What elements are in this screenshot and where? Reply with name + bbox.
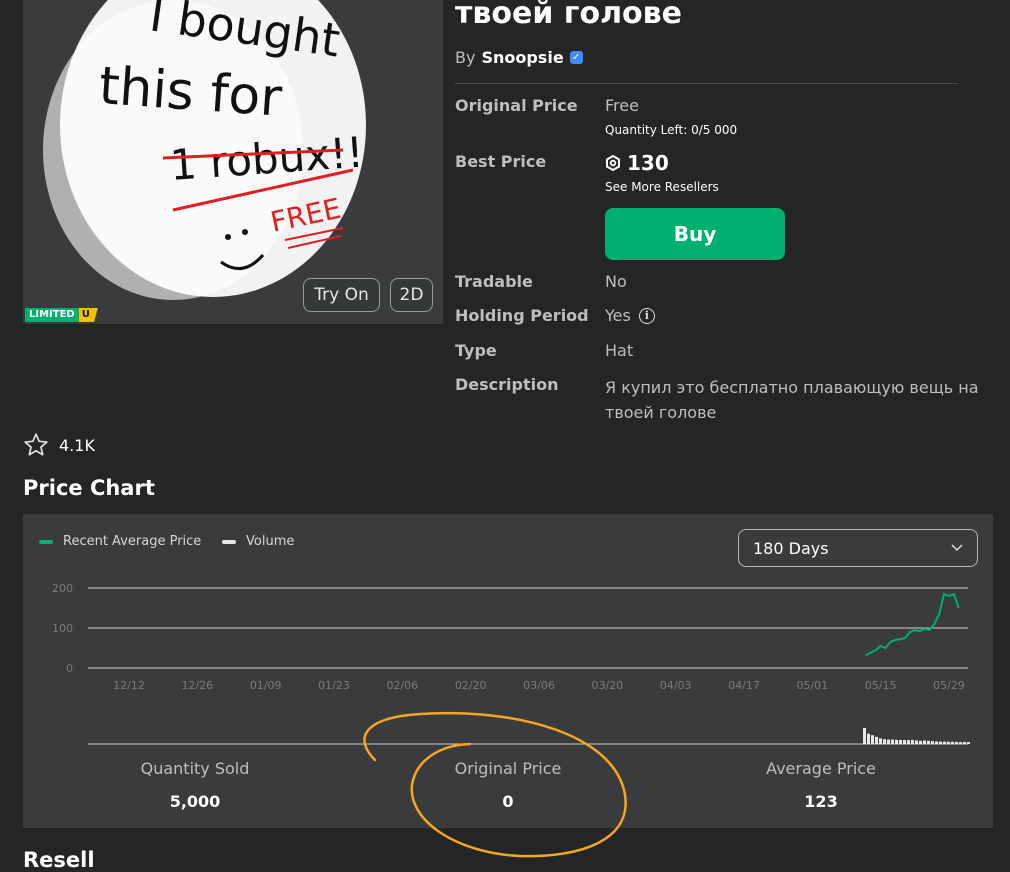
best-price-value-group: 130	[605, 151, 669, 175]
divider	[455, 83, 958, 84]
item-image: I bought this for 1 robux!! FREE	[43, 0, 366, 300]
volume-bar	[911, 739, 914, 744]
y-tick-label: 0	[66, 662, 73, 675]
volume-bar	[903, 740, 906, 744]
x-tick-label: 03/06	[523, 679, 555, 692]
item-thumbnail: I bought this for 1 robux!! FREE LIMITED…	[23, 0, 443, 324]
x-tick-label: 04/17	[728, 679, 760, 692]
x-tick-label: 01/23	[318, 679, 350, 692]
volume-bar	[967, 742, 970, 744]
verified-badge-icon: ✓	[569, 51, 583, 64]
robux-icon	[606, 155, 620, 171]
average-price-label: Average Price	[766, 759, 876, 778]
volume-bar	[963, 741, 966, 744]
unique-label: U	[78, 308, 98, 322]
favorite-toggle[interactable]: 4.1K	[23, 432, 95, 458]
volume-bar	[887, 739, 890, 744]
stat-average-price: Average Price 123	[721, 759, 921, 811]
volume-bar	[927, 740, 930, 744]
star-outline-icon[interactable]	[23, 432, 49, 458]
volume-bar	[943, 741, 946, 744]
item-title: твоей голове	[455, 0, 682, 31]
thumbnail-scribble-2: this for	[97, 56, 284, 129]
average-price-line	[865, 592, 960, 657]
x-tick-label: 01/09	[250, 679, 282, 692]
volume-bar	[907, 740, 910, 744]
best-price-value: 130	[627, 151, 669, 175]
see-more-resellers-link[interactable]: See More Resellers	[605, 180, 719, 194]
volume-bar	[935, 741, 938, 744]
creator-link[interactable]: Snoopsie	[481, 48, 563, 67]
x-tick-label: 02/06	[386, 679, 418, 692]
buy-button[interactable]: Buy	[605, 208, 785, 260]
volume-bar	[923, 740, 926, 744]
volume-bar	[883, 739, 886, 744]
description-label: Description	[455, 375, 559, 394]
volume-bar	[959, 742, 962, 744]
x-tick-label: 05/01	[796, 679, 828, 692]
stat-quantity-sold: Quantity Sold 5,000	[95, 759, 295, 811]
volume-bar	[879, 738, 882, 744]
limited-label: LIMITED	[25, 308, 79, 322]
y-tick-label: 100	[52, 622, 73, 635]
x-tick-label: 02/20	[455, 679, 487, 692]
volume-bar	[899, 740, 902, 744]
x-tick-label: 03/20	[591, 679, 623, 692]
limited-unique-badge: LIMITED U	[25, 308, 98, 322]
volume-bar	[871, 735, 874, 744]
original-price-value: Free	[605, 96, 639, 115]
favorite-count: 4.1K	[59, 435, 95, 455]
try-on-button[interactable]: Try On	[303, 278, 380, 312]
volume-bar	[939, 741, 942, 744]
y-tick-label: 200	[52, 582, 73, 595]
volume-bar	[863, 728, 866, 744]
stat-original-price-value: 0	[502, 792, 514, 811]
volume-bar	[875, 736, 878, 744]
x-tick-label: 12/12	[113, 679, 145, 692]
x-tick-label: 05/29	[933, 679, 965, 692]
quantity-sold-label: Quantity Sold	[140, 759, 250, 778]
quantity-sold-value: 5,000	[169, 792, 221, 811]
price-chart-panel: Recent Average Price Volume 180 Days 200…	[23, 514, 993, 828]
volume-bar	[867, 733, 870, 744]
volume-bar	[951, 741, 954, 744]
holding-period-value: Yes	[605, 306, 631, 325]
holding-period-group: Yes i	[605, 306, 655, 325]
volume-bar	[919, 740, 922, 744]
type-label: Type	[455, 341, 497, 360]
volume-bar	[891, 739, 894, 744]
volume-bar	[947, 741, 950, 744]
price-chart-heading: Price Chart	[23, 476, 155, 500]
volume-bar	[931, 741, 934, 744]
stat-original-price: Original Price 0	[408, 759, 608, 811]
best-price-label: Best Price	[455, 152, 547, 171]
view-2d-button[interactable]: 2D	[390, 278, 433, 312]
original-price-label: Original Price	[455, 96, 578, 115]
volume-bar	[915, 740, 918, 744]
resellers-heading: Resell	[23, 848, 95, 872]
description-value: Я купил это бесплатно плавающую вещь на …	[605, 378, 979, 422]
tradable-value: No	[605, 272, 627, 291]
by-prefix: By	[455, 48, 476, 67]
tradable-label: Tradable	[455, 272, 533, 291]
volume-bar	[895, 739, 898, 744]
holding-period-label: Holding Period	[455, 306, 589, 325]
average-price-value: 123	[804, 792, 838, 811]
volume-bar	[955, 741, 958, 744]
quantity-left: Quantity Left: 0/5 000	[605, 123, 738, 137]
x-tick-label: 04/03	[660, 679, 692, 692]
creator-byline: By Snoopsie ✓	[455, 48, 583, 67]
x-tick-label: 05/15	[865, 679, 897, 692]
stat-original-price-label: Original Price	[454, 759, 562, 778]
x-tick-label: 12/26	[181, 679, 213, 692]
type-value: Hat	[605, 341, 634, 360]
info-icon[interactable]: i	[638, 307, 655, 324]
